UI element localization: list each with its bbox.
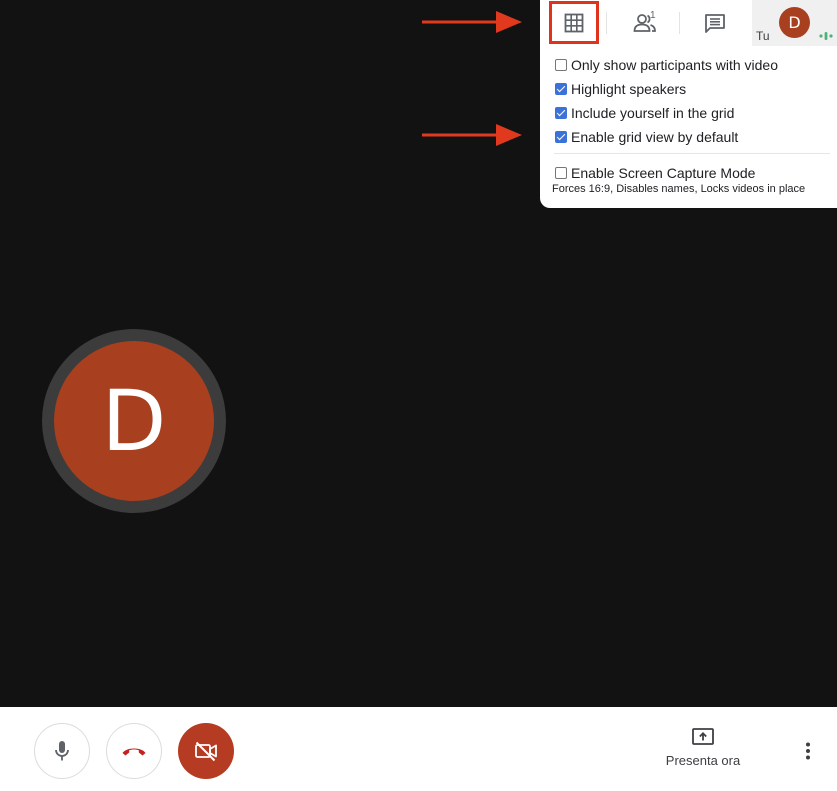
present-now-label: Presenta ora <box>665 753 741 768</box>
self-tile[interactable]: D Tu <box>752 0 837 46</box>
option-label: Enable grid view by default <box>571 129 739 145</box>
more-options-button[interactable] <box>796 737 820 765</box>
panel-tabs: 1 D Tu <box>540 0 837 46</box>
arrow-icon <box>422 11 522 33</box>
option-video-only[interactable]: Only show participants with video <box>554 53 834 77</box>
tab-participants[interactable]: 1 <box>620 0 670 46</box>
tab-separator <box>606 12 607 34</box>
participant-avatar: D <box>54 341 214 501</box>
capture-description: Forces 16:9, Disables names, Locks video… <box>552 183 806 195</box>
mic-icon <box>55 741 69 761</box>
checkbox-include-yourself[interactable] <box>555 107 567 119</box>
grid-icon <box>564 13 584 33</box>
option-highlight-speakers[interactable]: Highlight speakers <box>554 77 834 101</box>
option-label: Enable Screen Capture Mode <box>571 165 756 181</box>
chat-icon <box>705 14 725 33</box>
checkbox-video-only[interactable] <box>555 59 567 71</box>
option-label: Highlight speakers <box>571 81 687 97</box>
self-label: Tu <box>756 29 770 43</box>
present-now-button[interactable]: Presenta ora <box>660 727 746 777</box>
hangup-icon <box>122 748 146 756</box>
arrow-icon <box>422 124 522 146</box>
option-label: Include yourself in the grid <box>571 105 735 121</box>
checkbox-highlight-speakers[interactable] <box>555 83 567 95</box>
call-toolbar: Presenta ora <box>0 707 837 791</box>
checkbox-screen-capture[interactable] <box>555 167 567 179</box>
option-label: Only show participants with video <box>571 57 778 73</box>
participant-count: 1 <box>650 10 656 21</box>
self-avatar: D <box>779 7 810 38</box>
mic-button[interactable] <box>34 723 90 779</box>
tab-grid-view[interactable] <box>548 0 600 46</box>
options-list: Only show participants with video Highli… <box>554 53 834 149</box>
options-divider <box>554 153 830 154</box>
camera-off-icon <box>195 741 217 762</box>
present-screen-icon <box>692 728 714 745</box>
audio-level-icon <box>819 32 833 40</box>
more-vert-icon <box>806 742 810 760</box>
option-include-yourself[interactable]: Include yourself in the grid <box>554 101 834 125</box>
option-grid-default[interactable]: Enable grid view by default <box>554 125 834 149</box>
checkbox-grid-default[interactable] <box>555 131 567 143</box>
camera-off-button[interactable] <box>178 723 234 779</box>
hangup-button[interactable] <box>106 723 162 779</box>
option-screen-capture[interactable]: Enable Screen Capture Mode <box>554 162 755 184</box>
tab-separator <box>679 12 680 34</box>
tab-chat[interactable] <box>690 0 740 46</box>
layout-options-panel: 1 D Tu Only show participants with video <box>540 0 837 208</box>
